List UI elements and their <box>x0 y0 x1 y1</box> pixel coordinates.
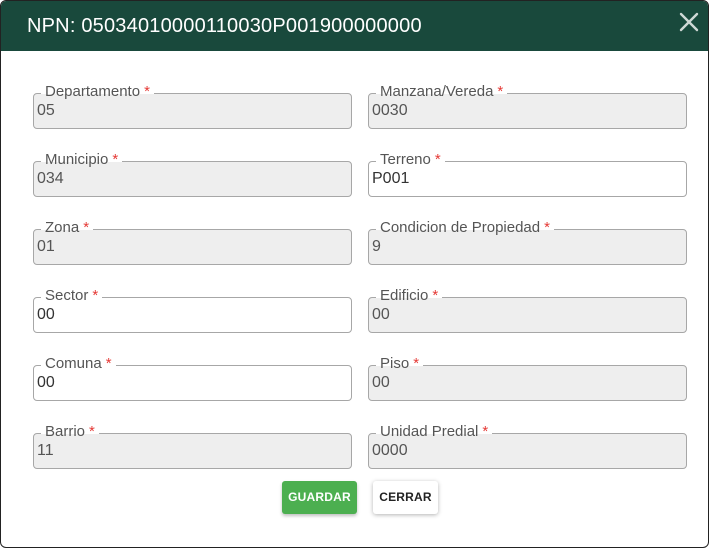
required-marker: * <box>89 423 95 440</box>
zona-label-text: Zona <box>45 219 80 236</box>
required-marker: * <box>432 287 439 304</box>
piso-field[interactable]: Piso * 00 <box>368 355 687 401</box>
required-marker: * <box>434 151 441 168</box>
condicion-propiedad-field[interactable]: Condicion de Propiedad * 9 <box>368 219 687 265</box>
manzana-vereda-label: Manzana/Vereda * <box>376 83 508 101</box>
comuna-field[interactable]: Comuna * 00 <box>33 355 352 401</box>
required-marker: * <box>112 151 119 168</box>
close-icon[interactable] <box>678 11 700 33</box>
sector-label-text: Sector <box>45 287 89 304</box>
piso-label: Piso * <box>376 355 424 373</box>
condicion-propiedad-label-text: Condicion de Propiedad <box>380 219 541 236</box>
manzana-vereda-label-text: Manzana/Vereda <box>380 83 494 100</box>
municipio-label-text: Municipio <box>45 151 109 168</box>
piso-label-text: Piso <box>380 355 410 372</box>
unidad-predial-label: Unidad Predial * <box>376 423 493 441</box>
required-marker: * <box>144 83 150 100</box>
comuna-value: 00 <box>37 374 55 391</box>
terreno-field[interactable]: Terreno * P001 <box>368 151 687 197</box>
required-marker: * <box>92 287 99 304</box>
required-marker: * <box>105 355 112 372</box>
terreno-label: Terreno * <box>376 151 445 169</box>
departamento-value: 05 <box>37 102 55 119</box>
edificio-value: 00 <box>372 306 390 323</box>
departamento-label: Departamento * <box>41 83 154 101</box>
comuna-label: Comuna * <box>41 355 116 373</box>
departamento-label-text: Departamento <box>45 83 141 100</box>
required-marker: * <box>413 355 420 372</box>
required-marker: * <box>497 83 504 100</box>
sector-value: 00 <box>37 306 55 323</box>
edificio-field[interactable]: Edificio * 00 <box>368 287 687 333</box>
condicion-propiedad-value: 9 <box>372 238 381 255</box>
required-marker: * <box>83 219 90 236</box>
sector-field[interactable]: Sector * 00 <box>33 287 352 333</box>
unidad-predial-value: 0000 <box>372 442 408 459</box>
unidad-predial-field[interactable]: Unidad Predial * 0000 <box>368 423 687 469</box>
zona-value: 01 <box>37 238 55 255</box>
zona-field[interactable]: Zona * 01 <box>33 219 352 265</box>
dialog-header: NPN: 05034010000110030P001900000000 <box>1 1 708 51</box>
municipio-value: 034 <box>37 170 64 187</box>
zona-label: Zona * <box>41 219 94 237</box>
barrio-label: Barrio * <box>41 423 99 441</box>
terreno-label-text: Terreno <box>380 151 431 168</box>
comuna-label-text: Comuna <box>45 355 102 372</box>
required-marker: * <box>482 423 489 440</box>
save-button[interactable]: GUARDAR <box>282 481 357 514</box>
municipio-field[interactable]: Municipio * 034 <box>33 151 352 197</box>
barrio-label-text: Barrio <box>45 423 86 440</box>
npn-dialog: NPN: 05034010000110030P001900000000 Depa… <box>0 0 709 548</box>
barrio-field[interactable]: Barrio * 11 <box>33 423 352 469</box>
departamento-field[interactable]: Departamento * 05 <box>33 83 352 129</box>
barrio-value: 11 <box>37 442 54 459</box>
piso-value: 00 <box>372 374 390 391</box>
edificio-label-text: Edificio <box>380 287 429 304</box>
close-button[interactable]: CERRAR <box>373 481 438 514</box>
terreno-value: P001 <box>372 170 410 187</box>
dialog-title: NPN: 05034010000110030P001900000000 <box>27 15 422 37</box>
manzana-vereda-value: 0030 <box>372 102 408 119</box>
condicion-propiedad-label: Condicion de Propiedad * <box>376 219 554 237</box>
sector-label: Sector * <box>41 287 103 305</box>
edificio-label: Edificio * <box>376 287 443 305</box>
manzana-vereda-field[interactable]: Manzana/Vereda * 0030 <box>368 83 687 129</box>
unidad-predial-label-text: Unidad Predial <box>380 423 479 440</box>
required-marker: * <box>544 219 550 236</box>
municipio-label: Municipio * <box>41 151 123 169</box>
